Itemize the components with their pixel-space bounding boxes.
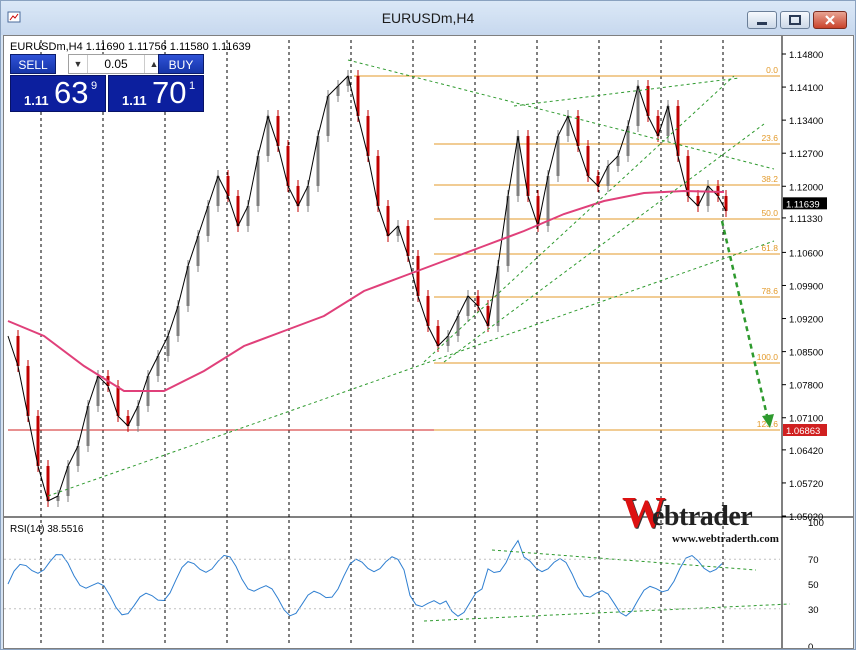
bid-price-box[interactable]: 1.11 63 9 bbox=[10, 75, 106, 112]
symbol-info: EURUSDm,H4 1.11690 1.11756 1.11580 1.116… bbox=[10, 41, 251, 53]
price-tick-label: 1.14100 bbox=[789, 83, 823, 94]
fib-level-label: 100.0 bbox=[757, 352, 779, 362]
title-bar: EURUSDm,H4 bbox=[1, 1, 855, 35]
close-icon bbox=[825, 15, 835, 25]
logo-url: www.webtraderth.com bbox=[672, 533, 779, 545]
buy-button[interactable]: BUY bbox=[158, 54, 204, 74]
sell-button[interactable]: SELL bbox=[10, 54, 56, 74]
price-tick-label: 1.07800 bbox=[789, 381, 823, 392]
rsi-line bbox=[7, 539, 723, 617]
rsi-scale-label: 0 bbox=[808, 642, 813, 648]
price-tick-label: 1.14800 bbox=[789, 50, 823, 61]
price-tick-label: 1.08500 bbox=[789, 348, 823, 359]
logo-name: ebtrader bbox=[652, 501, 753, 532]
window-title: EURUSDm,H4 bbox=[381, 10, 475, 26]
lot-down-arrow-icon[interactable]: ▼ bbox=[69, 55, 88, 73]
support-price-label: 1.06863 bbox=[786, 426, 820, 437]
rsi-scale-label: 100 bbox=[808, 518, 824, 529]
terminal-window: EURUSDm,H4 EURUSDm,H4 1.11690 1.11756 1.… bbox=[0, 0, 856, 653]
price-tick-label: 1.12000 bbox=[789, 182, 823, 193]
fib-level-label: 23.6 bbox=[761, 133, 778, 143]
price-tick-label: 1.09900 bbox=[789, 281, 823, 292]
fib-level-label: 78.6 bbox=[761, 286, 778, 296]
webtrader-logo: W ebtrader www.webtraderth.com bbox=[622, 491, 802, 551]
bid-sup: 9 bbox=[91, 80, 98, 92]
fib-level-label: 38.2 bbox=[761, 174, 778, 184]
price-tick-label: 1.06420 bbox=[789, 446, 823, 457]
minimize-icon bbox=[757, 22, 767, 25]
price-tick-label: 1.13400 bbox=[789, 116, 823, 127]
fib-level-label: 0.0 bbox=[766, 65, 778, 75]
lot-size-value[interactable]: 0.05 bbox=[91, 57, 141, 71]
price-tick-label: 1.11330 bbox=[789, 214, 823, 225]
restore-icon bbox=[789, 15, 801, 25]
chart-area[interactable]: EURUSDm,H4 1.11690 1.11756 1.11580 1.116… bbox=[3, 35, 854, 653]
fib-level-label: 50.0 bbox=[761, 208, 778, 218]
bid-main: 63 bbox=[54, 75, 89, 110]
lot-size-field[interactable]: ▼ 0.05 ▲ bbox=[68, 54, 164, 74]
minimize-button[interactable] bbox=[747, 11, 777, 29]
price-tick-label: 1.10600 bbox=[789, 248, 823, 259]
price-tick-label: 1.05720 bbox=[789, 479, 823, 490]
rsi-scale-label: 70 bbox=[808, 555, 819, 566]
rsi-scale-label: 50 bbox=[808, 580, 819, 591]
one-click-trading-panel: SELL ▼ 0.05 ▲ BUY 1.11 63 9 1.11 70 1 bbox=[10, 54, 204, 112]
rsi-label: RSI(14) 38.5516 bbox=[10, 524, 84, 535]
price-tick-label: 1.12700 bbox=[789, 149, 823, 160]
bid-prefix: 1.11 bbox=[24, 93, 49, 108]
ask-main: 70 bbox=[152, 75, 187, 110]
ask-price-box[interactable]: 1.11 70 1 bbox=[108, 75, 204, 112]
price-tick-label: 1.07100 bbox=[789, 414, 823, 425]
rsi-scale-label: 30 bbox=[808, 605, 819, 616]
rsi-trendline[interactable] bbox=[423, 603, 791, 622]
ask-sup: 1 bbox=[189, 80, 196, 92]
trendline[interactable] bbox=[513, 77, 740, 107]
price-tick-label: 1.09200 bbox=[789, 315, 823, 326]
rsi-trendline[interactable] bbox=[491, 549, 757, 571]
price-chart[interactable]: EURUSDm,H4 1.11690 1.11756 1.11580 1.116… bbox=[4, 36, 853, 653]
current-price-label: 1.11639 bbox=[786, 199, 820, 210]
slow-moving-average bbox=[7, 189, 725, 392]
ask-prefix: 1.11 bbox=[122, 93, 147, 108]
maximize-button[interactable] bbox=[780, 11, 810, 29]
close-button[interactable] bbox=[813, 11, 847, 29]
